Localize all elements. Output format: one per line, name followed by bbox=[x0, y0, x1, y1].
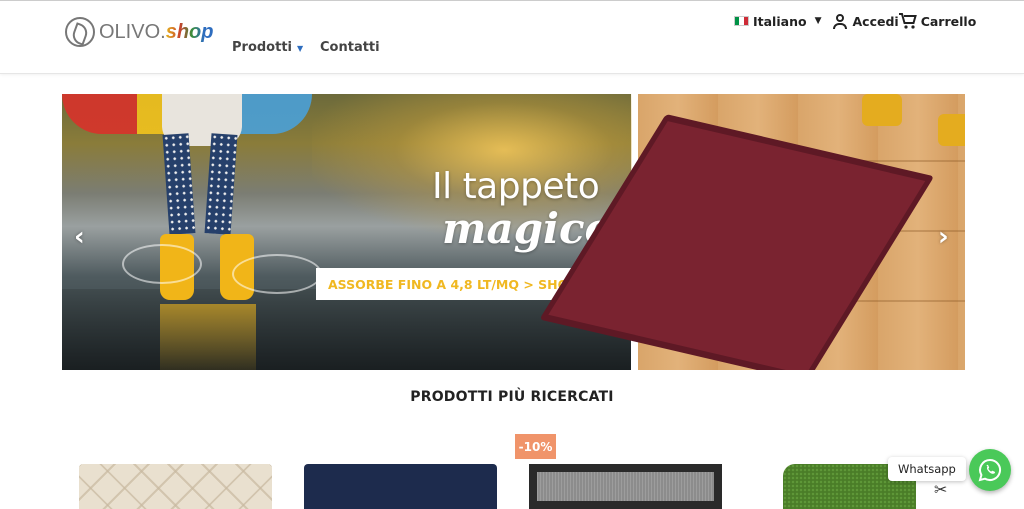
olive-leaf-icon bbox=[65, 17, 95, 47]
whatsapp-icon bbox=[978, 458, 1002, 482]
product-image bbox=[79, 464, 272, 509]
discount-badge: -10% bbox=[515, 434, 556, 459]
site-header: OLIVO.shop Prodotti ▼ Contatti Italiano … bbox=[0, 0, 1024, 74]
whatsapp-button[interactable] bbox=[969, 449, 1011, 491]
logo-text-main: OLIVO. bbox=[99, 20, 166, 43]
scissors-icon: ✂ bbox=[934, 480, 948, 499]
product-card[interactable] bbox=[79, 464, 272, 509]
logo-text-accent: shop bbox=[165, 20, 214, 43]
cart-link[interactable]: Carrello bbox=[898, 13, 977, 29]
language-selector[interactable]: Italiano ▼ bbox=[734, 14, 833, 29]
puddle-image bbox=[62, 289, 631, 370]
main-nav: Prodotti ▼ Contatti bbox=[232, 40, 380, 55]
product-image bbox=[304, 464, 497, 509]
site-logo[interactable]: OLIVO.shop bbox=[65, 15, 213, 49]
user-icon bbox=[833, 13, 848, 29]
login-label: Accedi bbox=[852, 13, 899, 29]
product-card[interactable] bbox=[304, 464, 497, 509]
child-leg bbox=[204, 133, 238, 235]
nav-item-label: Prodotti bbox=[232, 40, 292, 55]
hero-carousel[interactable]: Il tappeto magico ASSORBE FINO A 4,8 LT/… bbox=[62, 94, 965, 370]
nav-item-prodotti[interactable]: Prodotti ▼ bbox=[232, 40, 320, 55]
nav-item-contatti[interactable]: Contatti bbox=[320, 40, 380, 55]
caret-down-icon: ▼ bbox=[297, 44, 304, 53]
hero-side-image bbox=[539, 94, 965, 370]
section-title: PRODOTTI PIÙ RICERCATI bbox=[410, 389, 614, 405]
logo-text: OLIVO.shop bbox=[99, 21, 213, 44]
shoe-image bbox=[938, 114, 965, 146]
nav-item-label: Contatti bbox=[320, 40, 380, 55]
caret-down-icon: ▼ bbox=[814, 16, 822, 26]
hero-title: Il tappeto bbox=[432, 166, 600, 207]
cart-icon bbox=[898, 13, 917, 29]
login-link[interactable]: Accedi bbox=[833, 13, 899, 29]
header-actions: Italiano ▼ Accedi Carrello bbox=[734, 13, 976, 29]
carousel-prev-button[interactable]: ‹ bbox=[74, 224, 85, 250]
product-card[interactable] bbox=[529, 464, 722, 509]
shoe-image bbox=[862, 94, 902, 126]
hero-slide-image: Il tappeto magico ASSORBE FINO A 4,8 LT/… bbox=[62, 94, 632, 370]
product-image bbox=[529, 464, 722, 509]
product-image-inner bbox=[537, 472, 714, 501]
language-label: Italiano bbox=[753, 13, 807, 29]
italy-flag-icon bbox=[734, 16, 749, 26]
splash bbox=[232, 254, 322, 294]
boot-reflection bbox=[160, 304, 256, 370]
whatsapp-label[interactable]: Whatsapp bbox=[888, 457, 966, 481]
splash bbox=[122, 244, 202, 284]
cart-label: Carrello bbox=[920, 13, 977, 29]
child-leg bbox=[162, 133, 196, 235]
carousel-next-button[interactable]: › bbox=[938, 224, 949, 250]
